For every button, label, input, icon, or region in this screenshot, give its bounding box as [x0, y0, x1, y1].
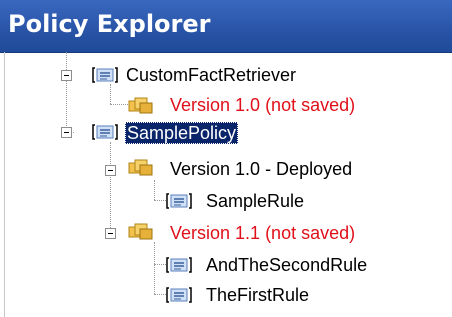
- tree-node-custom-fact-retriever[interactable]: CustomFactRetriever: [126, 64, 296, 86]
- tree-node-the-first-rule[interactable]: TheFirstRule: [206, 284, 309, 306]
- tree-node-and-the-second-rule[interactable]: AndTheSecondRule: [206, 254, 367, 276]
- tree-node-version-unsaved[interactable]: Version 1.0 (not saved): [170, 94, 355, 116]
- collapse-toggle[interactable]: [105, 228, 116, 239]
- collapse-toggle[interactable]: [61, 127, 72, 138]
- policy-icon: [92, 124, 118, 140]
- collapse-toggle[interactable]: [61, 70, 72, 81]
- tree-connector: [154, 264, 166, 265]
- tree-node-sample-policy[interactable]: SamplePolicy: [125, 122, 239, 144]
- tree-connector: [66, 52, 67, 72]
- rule-icon: [166, 257, 192, 273]
- version-folder-icon: [128, 223, 153, 240]
- tree-connector: [154, 200, 166, 201]
- tree-connector: [154, 242, 155, 294]
- tree-node-version-deployed[interactable]: Version 1.0 - Deployed: [170, 158, 352, 180]
- tree-connector: [110, 142, 111, 232]
- rule-icon: [166, 287, 192, 303]
- tree-node-sample-rule[interactable]: SampleRule: [206, 190, 304, 212]
- tree-connector: [110, 104, 128, 105]
- panel-left-border: [4, 52, 5, 317]
- policy-icon: [92, 67, 118, 83]
- panel-title: Policy Explorer: [8, 10, 211, 38]
- version-folder-icon: [128, 159, 153, 176]
- tree-connector: [154, 180, 155, 200]
- tree-connector: [154, 294, 166, 295]
- collapse-toggle[interactable]: [105, 165, 116, 176]
- rule-icon: [166, 193, 192, 209]
- version-folder-icon: [128, 97, 153, 114]
- tree-connector: [110, 84, 111, 104]
- panel-title-bar: Policy Explorer: [0, 0, 452, 53]
- tree-node-version-unsaved[interactable]: Version 1.1 (not saved): [170, 222, 355, 244]
- tree-connector: [66, 80, 67, 132]
